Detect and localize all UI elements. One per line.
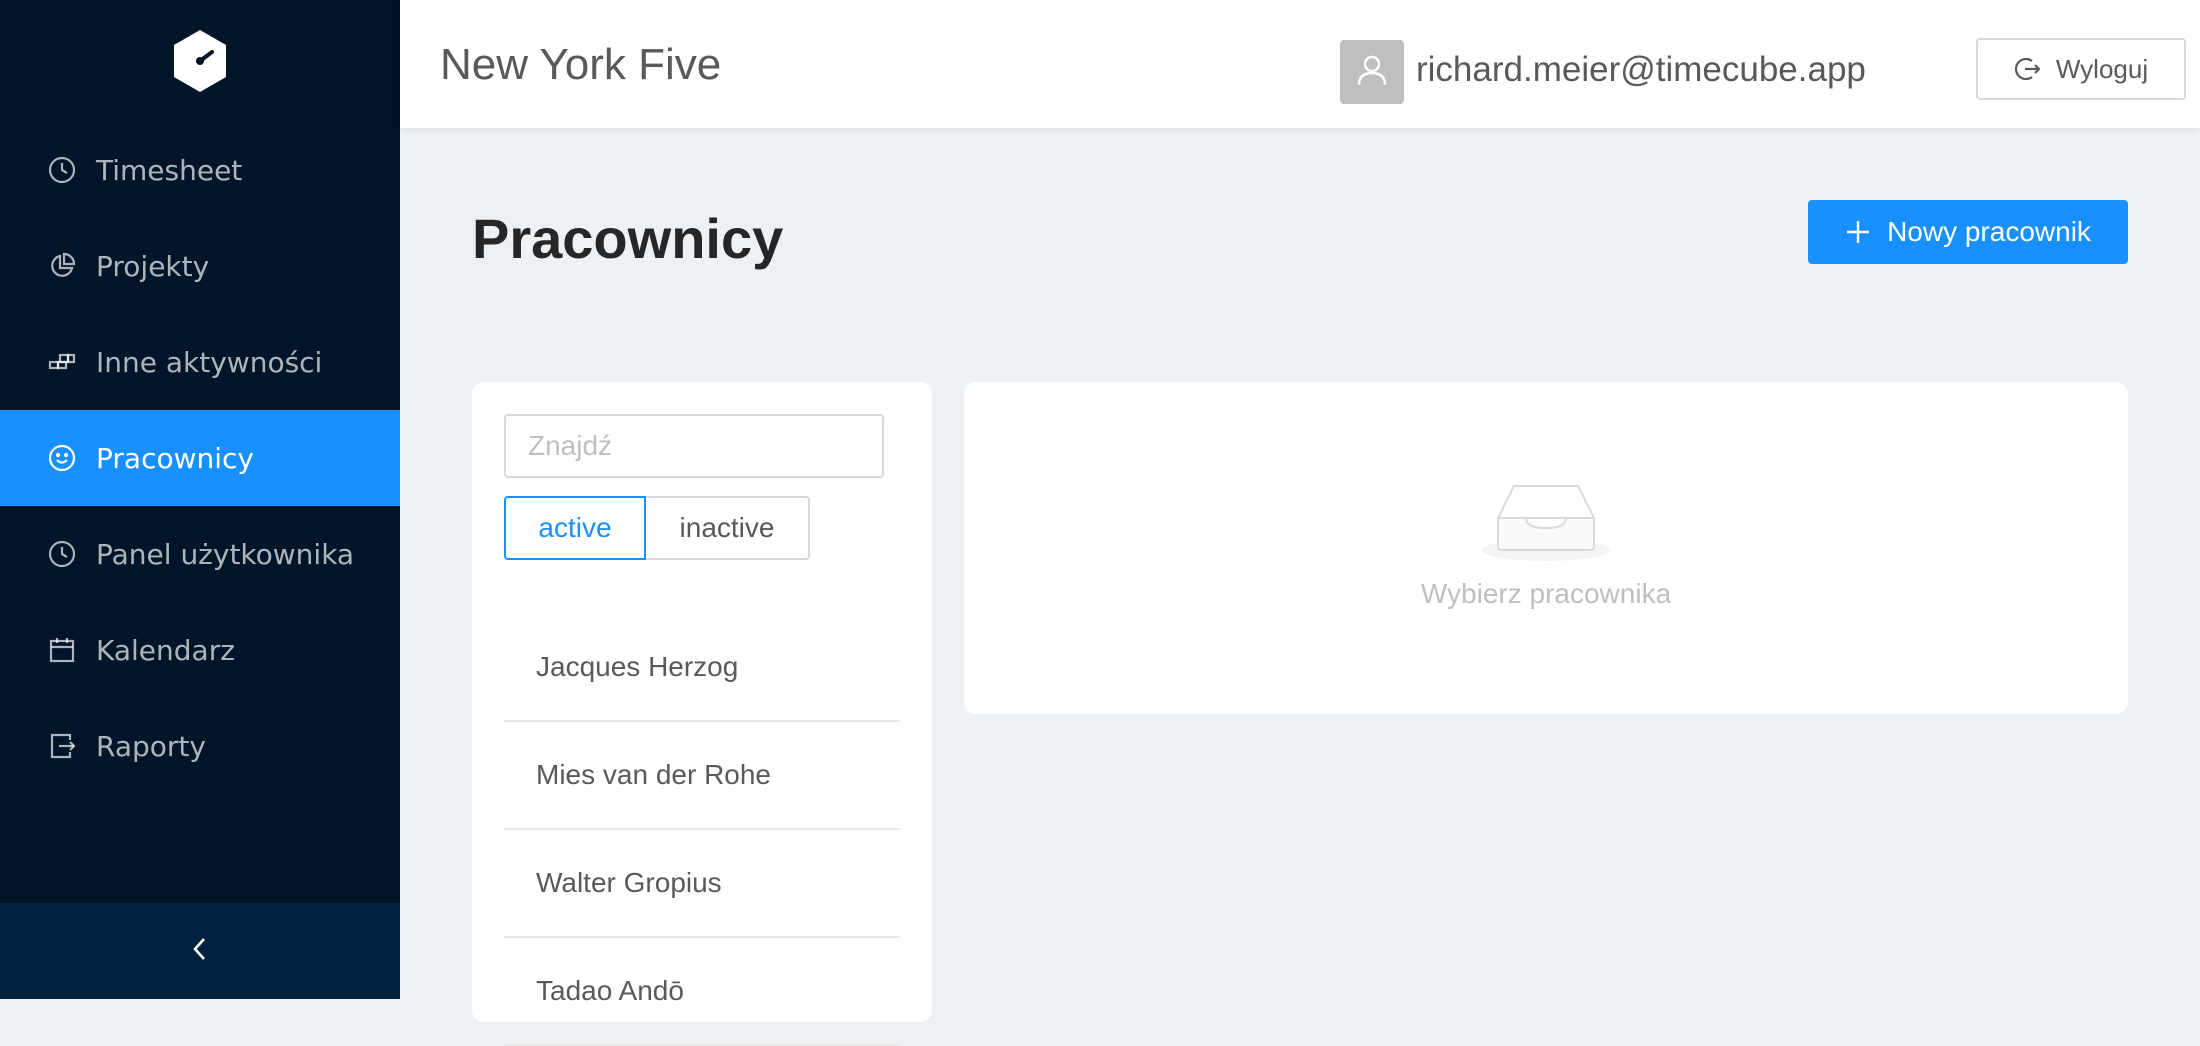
sidebar-item-panel-uzytkownika[interactable]: Panel użytkownika xyxy=(0,506,400,602)
new-employee-button[interactable]: Nowy pracownik xyxy=(1808,200,2128,264)
logout-button[interactable]: Wyloguj xyxy=(1976,38,2186,100)
sidebar-item-kalendarz[interactable]: Kalendarz xyxy=(0,602,400,698)
list-item[interactable]: Mies van der Rohe xyxy=(504,722,900,830)
user-email: richard.meier@timecube.app xyxy=(1416,50,1866,89)
clock-icon xyxy=(48,540,76,568)
filter-inactive-button[interactable]: inactive xyxy=(646,496,810,560)
calendar-icon xyxy=(48,636,76,664)
logout-icon xyxy=(2014,56,2040,82)
page-title: Pracownicy xyxy=(472,207,784,270)
list-item[interactable]: Walter Gropius xyxy=(504,830,900,938)
sidebar-item-label: Timesheet xyxy=(96,153,243,187)
status-filter: active inactive xyxy=(504,496,810,560)
sidebar-item-timesheet[interactable]: Timesheet xyxy=(0,122,400,218)
clock-icon xyxy=(48,156,76,184)
sidebar-item-label: Pracownicy xyxy=(96,441,254,475)
timecube-logo-icon[interactable] xyxy=(172,28,228,96)
list-item[interactable]: Jacques Herzog xyxy=(504,614,900,722)
sidebar-item-label: Panel użytkownika xyxy=(96,537,355,571)
organization-title: New York Five xyxy=(440,40,722,89)
sidebar-item-label: Kalendarz xyxy=(96,633,235,667)
employee-list: Jacques Herzog Mies van der Rohe Walter … xyxy=(504,614,900,1046)
sidebar-item-projekty[interactable]: Projekty xyxy=(0,218,400,314)
pie-chart-icon xyxy=(48,252,76,280)
user-icon xyxy=(1354,52,1390,92)
search-input[interactable] xyxy=(504,414,884,478)
logout-label: Wyloguj xyxy=(2055,53,2149,84)
export-icon xyxy=(48,732,76,760)
plus-icon xyxy=(1845,219,1871,245)
employee-list-card: active inactive Jacques Herzog Mies van … xyxy=(472,382,932,1046)
empty-inbox-icon xyxy=(1482,478,1610,562)
avatar[interactable] xyxy=(1340,40,1404,104)
employee-detail-card: Wybierz pracownika xyxy=(964,382,2128,714)
empty-state-text: Wybierz pracownika xyxy=(1420,578,1672,609)
sidebar-item-inne-aktywnosci[interactable]: Inne aktywności xyxy=(0,314,400,410)
sidebar-item-raporty[interactable]: Raporty xyxy=(0,698,400,794)
filter-active-button[interactable]: active xyxy=(504,496,646,560)
list-item[interactable]: Tadao Andō xyxy=(504,938,900,1046)
sidebar-menu: Timesheet Projekty Inne aktywności Praco… xyxy=(0,122,400,794)
sidebar: Timesheet Projekty Inne aktywności Praco… xyxy=(0,0,400,999)
sidebar-item-label: Raporty xyxy=(96,729,206,763)
sidebar-item-pracownicy[interactable]: Pracownicy xyxy=(0,410,400,506)
sidebar-collapse-button[interactable] xyxy=(0,903,400,999)
build-icon xyxy=(48,348,76,376)
sidebar-item-label: Projekty xyxy=(96,249,210,283)
chevron-left-icon xyxy=(188,935,212,967)
new-employee-label: Nowy pracownik xyxy=(1887,216,2091,247)
smile-icon xyxy=(48,444,76,472)
header: New York Five richard.meier@timecube.app… xyxy=(400,0,2200,128)
sidebar-item-label: Inne aktywności xyxy=(96,345,323,379)
